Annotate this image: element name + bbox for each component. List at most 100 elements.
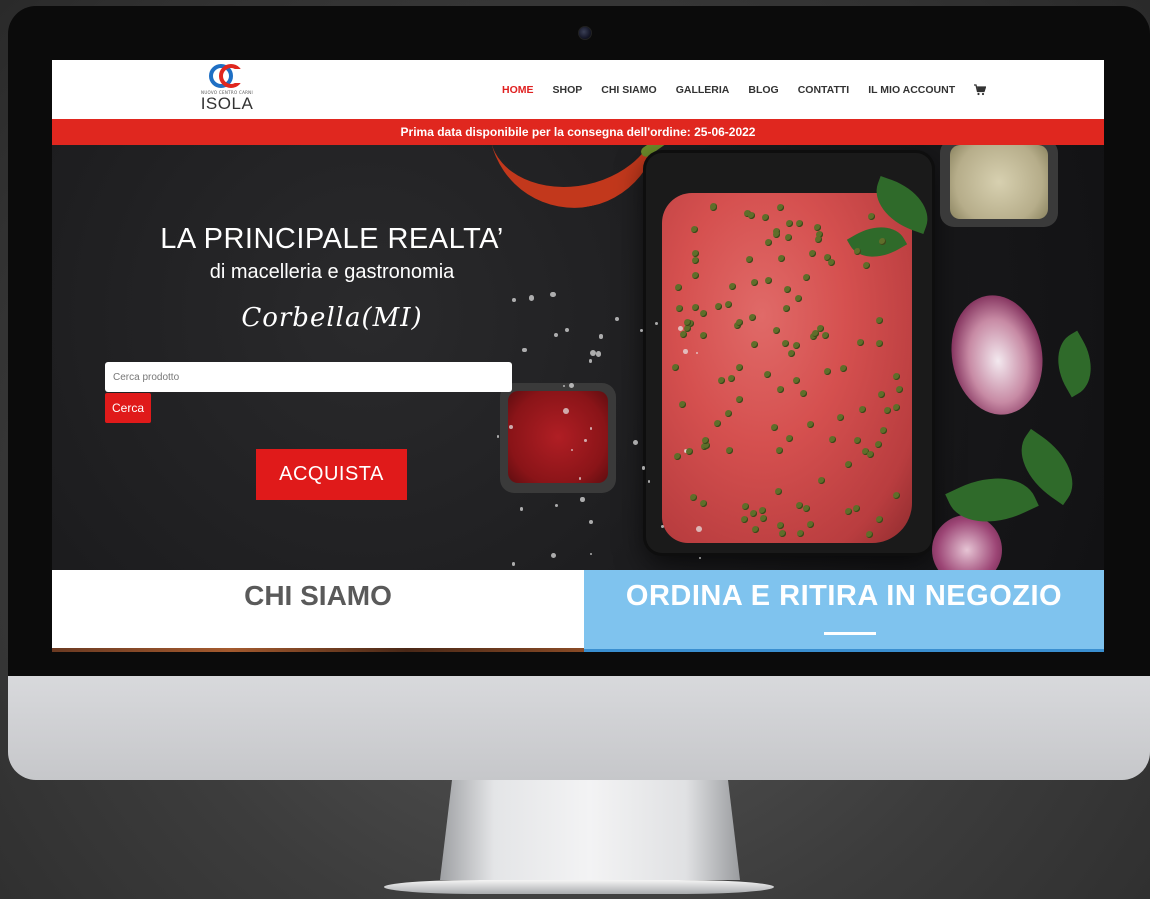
green-peppercorn [691, 225, 699, 233]
green-peppercorn [824, 367, 832, 375]
green-peppercorn [673, 452, 681, 460]
green-peppercorn [699, 499, 707, 507]
green-peppercorn [689, 493, 697, 501]
ordina-ritira-section[interactable]: ORDINA E RITIRA IN NEGOZIO [584, 570, 1104, 652]
delivery-date-text: Prima data disponibile per la consegna d… [400, 125, 756, 139]
green-peppercorn [879, 237, 887, 245]
section-border-strip [584, 649, 1104, 652]
hero-subtitle: di macelleria e gastronomia [209, 261, 455, 283]
salt-crystal [639, 329, 643, 333]
green-peppercorn [867, 450, 875, 458]
site-header: NUOVO CENTRO CARNI ISOLA HOME SHOP CHI S… [52, 60, 1104, 118]
hero-location: Corbella(MI) [241, 303, 423, 333]
salt-crystal [695, 525, 702, 532]
site-logo[interactable]: NUOVO CENTRO CARNI ISOLA [197, 64, 257, 116]
green-peppercorn [818, 476, 826, 484]
green-peppercorn [877, 390, 885, 398]
green-peppercorn [844, 461, 852, 469]
nav-item-contatti[interactable]: CONTATTI [798, 84, 850, 96]
salt-crystal [683, 349, 688, 354]
green-peppercorn [776, 385, 784, 393]
product-search-input[interactable] [105, 362, 512, 392]
parsley-leaf-image [1044, 330, 1104, 398]
pink-peppercorns-image [508, 391, 608, 483]
nav-item-home[interactable]: HOME [502, 84, 534, 96]
green-peppercorn [727, 375, 735, 383]
green-peppercorn [783, 304, 791, 312]
nav-item-blog[interactable]: BLOG [748, 84, 778, 96]
green-peppercorn [853, 436, 861, 444]
hero-section: LA PRINCIPALE REALTA’ di macelleria e ga… [52, 145, 1104, 570]
green-peppercorn [749, 509, 757, 517]
salt-crystal [519, 507, 524, 511]
nav-item-galleria[interactable]: GALLERIA [676, 84, 730, 96]
green-peppercorn [827, 258, 835, 266]
salt-crystal [521, 347, 527, 353]
salt-crystal [550, 552, 556, 558]
green-peppercorn [814, 235, 822, 243]
salt-crystal [647, 480, 651, 483]
search-button[interactable]: Cerca [105, 393, 151, 423]
salt-crystal [511, 298, 516, 303]
green-peppercorn [876, 316, 884, 324]
green-peppercorn [875, 340, 883, 348]
salt-crystal [584, 439, 587, 442]
section-image-strip [52, 648, 584, 652]
green-peppercorn [787, 349, 795, 357]
green-peppercorn [685, 447, 693, 455]
green-peppercorn [775, 446, 783, 454]
cart-icon[interactable] [974, 84, 987, 96]
green-peppercorn [895, 386, 903, 394]
nav-item-shop[interactable]: SHOP [553, 84, 583, 96]
salt-crystal [550, 291, 556, 298]
salt-crystal [580, 497, 585, 502]
green-peppercorn [883, 407, 891, 415]
salt-crystal [599, 334, 604, 339]
website-screen: NUOVO CENTRO CARNI ISOLA HOME SHOP CHI S… [52, 60, 1104, 652]
salt-crystal [511, 562, 516, 567]
logo-wordmark: ISOLA [200, 94, 254, 113]
green-peppercorn [751, 525, 759, 533]
salt-crystal [615, 317, 620, 322]
green-peppercorn [675, 283, 683, 291]
green-peppercorn [672, 363, 680, 371]
green-peppercorn [724, 300, 732, 308]
salt-crystal [641, 466, 646, 470]
salt-crystal [554, 503, 559, 508]
green-peppercorn [865, 531, 873, 539]
nav-item-account[interactable]: IL MIO ACCOUNT [868, 84, 955, 96]
webcam-icon [578, 26, 592, 40]
green-peppercorn [859, 405, 867, 413]
green-peppercorn [692, 249, 700, 257]
salt-crystal [595, 351, 602, 357]
salt-crystal [589, 552, 593, 556]
green-peppercorn [813, 223, 821, 231]
acquista-button[interactable]: ACQUISTA [256, 449, 407, 500]
nav-item-chi-siamo[interactable]: CHI SIAMO [601, 84, 656, 96]
green-peppercorn [853, 504, 861, 512]
main-navigation: HOME SHOP CHI SIAMO GALLERIA BLOG CONTAT… [502, 82, 987, 98]
salt-crystal [564, 328, 569, 333]
logo-mark-icon [209, 64, 246, 88]
red-onion-image [942, 288, 1052, 422]
heading-underline [824, 632, 876, 635]
green-peppercorn [742, 502, 750, 510]
salt-crystal [588, 358, 593, 363]
chi-siamo-section: CHI SIAMO [52, 570, 584, 652]
salt-crystal [632, 440, 638, 446]
green-peppercorn [691, 256, 699, 264]
delivery-date-banner: Prima data disponibile per la consegna d… [52, 119, 1104, 145]
ordina-ritira-heading: ORDINA E RITIRA IN NEGOZIO [625, 580, 1063, 612]
green-peppercorn [785, 220, 793, 228]
green-peppercorn [735, 319, 743, 327]
green-peppercorn [765, 276, 773, 284]
green-peppercorn [785, 233, 792, 241]
green-peppercorn [806, 421, 814, 429]
salt-crystal [563, 407, 570, 414]
green-peppercorn [748, 313, 756, 321]
white-peppercorns-image [950, 145, 1048, 219]
green-peppercorn [856, 338, 864, 346]
green-peppercorn [892, 372, 900, 380]
green-peppercorn [781, 339, 789, 347]
red-onion-small-image [932, 515, 1002, 570]
